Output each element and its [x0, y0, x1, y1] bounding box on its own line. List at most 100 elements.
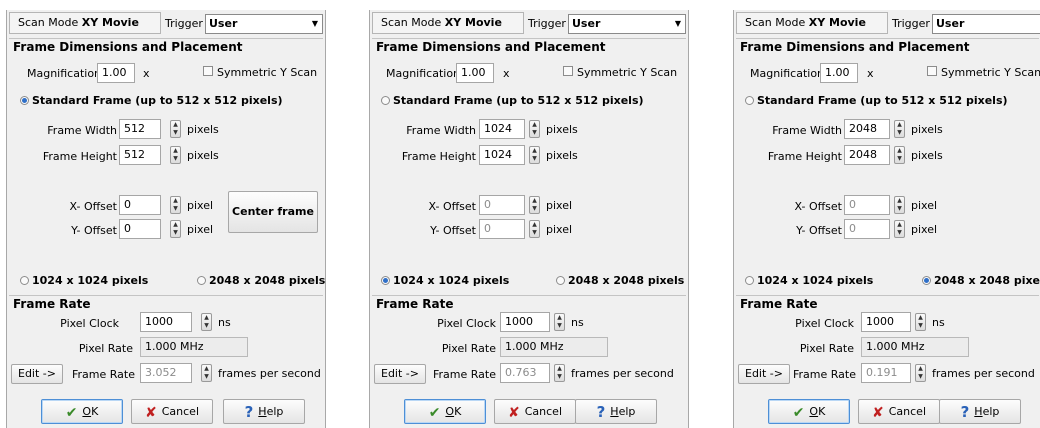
edit-button[interactable]: Edit -> [374, 364, 426, 384]
standard-frame-radio[interactable] [20, 96, 29, 105]
spin-arrows-icon[interactable]: ▲ ▼ [894, 196, 905, 214]
x-icon: ✘ [872, 405, 884, 421]
x-offset-label: X- Offset [794, 200, 842, 213]
ok-button[interactable]: ✔ OK [404, 399, 486, 424]
option-2048-radio[interactable] [197, 276, 206, 285]
spin-arrows-icon[interactable]: ▲ ▼ [894, 220, 905, 238]
scan-mode-tab[interactable]: Scan Mode XY Movie [736, 12, 888, 34]
symmetric-y-label: Symmetric Y Scan [941, 66, 1040, 79]
frame-height-input[interactable]: 2048 [844, 145, 890, 165]
help-label-underlined: H [258, 405, 267, 418]
magnification-input[interactable]: 1.00 [820, 63, 858, 83]
frame-height-label: Frame Height [42, 150, 117, 163]
spin-arrows-icon[interactable]: ▲ ▼ [170, 146, 181, 164]
x-offset-input[interactable]: 0 [844, 195, 890, 215]
frame-width-label: Frame Width [772, 124, 842, 137]
standard-frame-radio[interactable] [381, 96, 390, 105]
option-1024-label: 1024 x 1024 pixels [393, 274, 510, 287]
symmetric-y-checkbox[interactable] [203, 66, 213, 76]
pixel-clock-input[interactable]: 1000 [140, 312, 192, 332]
help-button[interactable]: ? Help [939, 399, 1021, 424]
spin-arrows-icon[interactable]: ▲ ▼ [554, 364, 565, 382]
y-offset-input[interactable]: 0 [119, 219, 161, 239]
frame-rate-section-title: Frame Rate [376, 297, 454, 311]
frame-height-label: Frame Height [401, 150, 476, 163]
frame-width-unit: pixels [546, 123, 578, 136]
x-icon: ✘ [145, 405, 157, 421]
spin-arrows-icon[interactable]: ▲ ▼ [170, 220, 181, 238]
edit-button[interactable]: Edit -> [738, 364, 790, 384]
scan-mode-label: Scan Mode [381, 16, 442, 29]
spin-arrows-icon[interactable]: ▲ ▼ [170, 120, 181, 138]
frame-rate-unit: frames per second [571, 367, 674, 380]
trigger-select[interactable]: User ▼ [568, 14, 686, 34]
spin-arrows-icon[interactable]: ▲ ▼ [554, 313, 565, 331]
spin-arrows-icon[interactable]: ▲ ▼ [529, 120, 540, 138]
magnification-label: Magnification [750, 67, 825, 80]
frame-width-input[interactable]: 2048 [844, 119, 890, 139]
magnification-input[interactable]: 1.00 [456, 63, 494, 83]
cancel-button[interactable]: ✘ Cancel [131, 399, 213, 424]
ok-button[interactable]: ✔ OK [768, 399, 850, 424]
symmetric-y-checkbox[interactable] [927, 66, 937, 76]
frame-height-input[interactable]: 512 [119, 145, 161, 165]
frame-rate-input[interactable]: 3.052 [140, 363, 192, 383]
center-frame-button[interactable]: Center frame [228, 191, 318, 233]
trigger-select[interactable]: User ▼ [205, 14, 323, 34]
frame-height-input[interactable]: 1024 [479, 145, 525, 165]
help-button[interactable]: ? Help [223, 399, 305, 424]
x-icon: ✘ [508, 405, 520, 421]
trigger-select[interactable]: User [932, 14, 1040, 34]
spin-arrows-icon[interactable]: ▲ ▼ [201, 313, 212, 331]
y-offset-input[interactable]: 0 [844, 219, 890, 239]
cancel-button[interactable]: ✘ Cancel [858, 399, 940, 424]
option-2048-label: 2048 x 2048 pixels [568, 274, 685, 287]
spin-arrows-icon[interactable]: ▲ ▼ [529, 220, 540, 238]
symmetric-y-checkbox[interactable] [563, 66, 573, 76]
help-label-underlined: H [610, 405, 619, 418]
x-offset-input[interactable]: 0 [119, 195, 161, 215]
check-icon: ✔ [792, 405, 805, 421]
pixel-clock-input[interactable]: 1000 [861, 312, 911, 332]
scan-mode-tab[interactable]: Scan Mode XY Movie [9, 12, 161, 34]
y-offset-unit: pixel [546, 223, 573, 236]
spin-arrows-icon[interactable]: ▲ ▼ [201, 364, 212, 382]
pixel-clock-input[interactable]: 1000 [500, 312, 550, 332]
option-1024-radio[interactable] [381, 276, 390, 285]
spin-arrows-icon[interactable]: ▲ ▼ [894, 146, 905, 164]
option-1024-radio[interactable] [20, 276, 29, 285]
question-icon: ? [596, 403, 606, 421]
option-2048-radio[interactable] [556, 276, 565, 285]
y-offset-input[interactable]: 0 [479, 219, 525, 239]
question-icon: ? [244, 403, 254, 421]
frame-width-input[interactable]: 512 [119, 119, 161, 139]
scan-mode-tab[interactable]: Scan Mode XY Movie [372, 12, 524, 34]
spin-arrows-icon[interactable]: ▲ ▼ [894, 120, 905, 138]
ok-label: K [818, 405, 826, 418]
spin-arrows-icon[interactable]: ▲ ▼ [529, 196, 540, 214]
option-1024-label: 1024 x 1024 pixels [32, 274, 149, 287]
ok-button[interactable]: ✔ OK [41, 399, 123, 424]
help-button[interactable]: ? Help [575, 399, 657, 424]
spin-arrows-icon[interactable]: ▲ ▼ [915, 364, 926, 382]
frame-rate-input[interactable]: 0.763 [500, 363, 550, 383]
pixel-rate-label: Pixel Rate [78, 342, 133, 355]
frame-width-input[interactable]: 1024 [479, 119, 525, 139]
scan-mode-bar: Scan Mode XY Movie Trigger User [734, 10, 1040, 38]
standard-frame-radio[interactable] [745, 96, 754, 105]
magnification-input[interactable]: 1.00 [97, 63, 135, 83]
help-label: elp [266, 405, 284, 418]
pixel-clock-unit: ns [218, 316, 231, 329]
x-offset-input[interactable]: 0 [479, 195, 525, 215]
frame-section-title: Frame Dimensions and Placement [740, 40, 970, 54]
edit-button[interactable]: Edit -> [11, 364, 63, 384]
option-2048-radio[interactable] [922, 276, 931, 285]
cancel-button[interactable]: ✘ Cancel [494, 399, 576, 424]
frame-rate-input[interactable]: 0.191 [861, 363, 911, 383]
frame-rate-unit: frames per second [932, 367, 1035, 380]
spin-arrows-icon[interactable]: ▲ ▼ [915, 313, 926, 331]
option-1024-radio[interactable] [745, 276, 754, 285]
spin-arrows-icon[interactable]: ▲ ▼ [170, 196, 181, 214]
spin-arrows-icon[interactable]: ▲ ▼ [529, 146, 540, 164]
symmetric-y-label: Symmetric Y Scan [217, 66, 318, 79]
